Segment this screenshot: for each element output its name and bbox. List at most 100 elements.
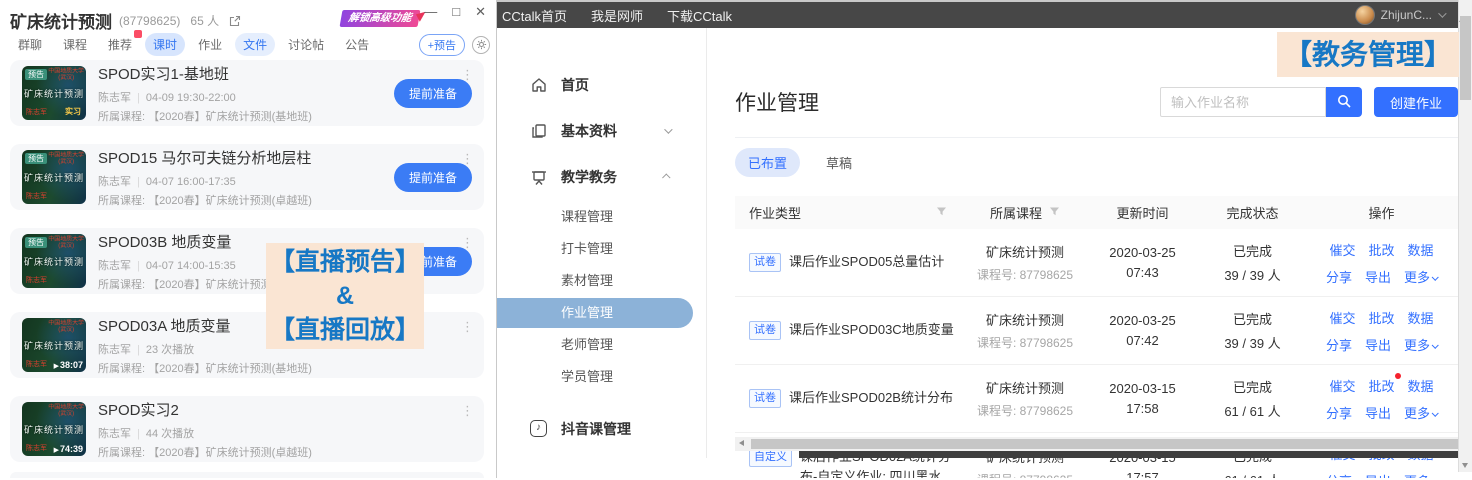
export-link[interactable]: 导出 [1365,471,1391,478]
gear-icon[interactable] [472,36,490,54]
share-link[interactable]: 分享 [1326,335,1352,354]
sidebar-item-material-mgmt[interactable]: 素材管理 [497,266,706,296]
update-time: 07:42 [1085,333,1200,348]
teacher-name: 陈志军 [98,176,131,188]
user-menu[interactable]: ZhijunC... [1355,5,1444,25]
sidebar-item-basic-info[interactable]: 基本资料 [497,108,706,154]
more-menu-icon[interactable]: ⋮ [461,319,474,335]
tab-assigned[interactable]: 已布置 [735,148,800,177]
horizontal-scrollbar[interactable] [735,437,1472,451]
nav-download[interactable]: 下载CCtalk [667,6,732,25]
status: 已完成 [1200,241,1305,260]
tab-recommend[interactable]: 推荐 [100,33,140,56]
lesson-card[interactable]: 预告 中国地质大学(武汉) 矿床统计预测 陈志军 SPOD15 马尔可夫链分析地… [10,144,484,210]
more-menu-icon[interactable]: ⋮ [461,67,474,83]
tab-courses[interactable]: 课程 [55,33,95,56]
lesson-thumbnail[interactable]: 预告 中国地质大学(武汉) 矿床统计预测 陈志军 [22,234,86,288]
sidebar-item-douyin-course[interactable]: ♪ 抖音课管理 [497,406,706,452]
filter-icon[interactable] [1049,205,1060,220]
teacher-name: 陈志军 [98,428,131,440]
home-icon [530,76,548,94]
export-link[interactable]: 导出 [1365,403,1391,422]
unlock-premium-badge[interactable]: 解锁高级功能 [340,10,421,27]
sidebar-item-homework-mgmt[interactable]: 作业管理 [497,298,693,328]
grade-link[interactable]: 批改 [1368,376,1394,395]
tab-homework[interactable]: 作业 [190,33,230,56]
nav-teacher[interactable]: 我是网师 [591,6,643,25]
share-link[interactable]: 分享 [1326,471,1352,478]
grade-link[interactable]: 批改 [1368,308,1394,327]
video-duration: ▶74:39 [54,444,83,454]
maximize-button[interactable]: □ [452,4,460,20]
more-link[interactable]: 更多 [1404,403,1437,422]
type-badge: 试卷 [749,253,781,272]
more-link[interactable]: 更多 [1404,267,1437,286]
sidebar-item-home[interactable]: 首页 [497,62,706,108]
sidebar-item-course-mgmt[interactable]: 课程管理 [497,202,706,232]
chevron-down-icon [1432,409,1439,416]
more-link[interactable]: 更多 [1404,335,1437,354]
more-menu-icon[interactable]: ⋮ [461,151,474,167]
lesson-thumbnail[interactable]: 中国地质大学(武汉) 矿床统计预测 陈志军 ▶74:39 [22,402,86,456]
site-topbar: CCtalk首页 我是网师 下载CCtalk ZhijunC... [497,2,1458,28]
search-input[interactable] [1160,87,1326,117]
tab-lessons[interactable]: 课时 [145,33,185,56]
scroll-down-arrow[interactable] [1462,463,1468,468]
add-preview-button[interactable]: +预告 [419,34,465,56]
more-menu-icon[interactable]: ⋮ [461,235,474,251]
lesson-thumbnail[interactable]: 预告 中国地质大学(武汉) 矿床统计预测 陈志军 实习 [22,66,86,120]
sidebar-item-student-mgmt[interactable]: 学员管理 [497,362,706,392]
search-icon [1337,94,1351,111]
export-link[interactable]: 导出 [1365,335,1391,354]
douyin-icon: ♪ [530,420,548,438]
tab-forum[interactable]: 讨论帖 [280,33,332,56]
practice-tag: 实习 [65,106,81,117]
avatar [1355,5,1375,25]
completion-count: 61 / 61 人 [1200,470,1305,479]
course-number: 课程号: 87798625 [965,334,1085,351]
minimize-button[interactable]: — [424,4,437,20]
lesson-thumbnail[interactable]: 预告 中国地质大学(武汉) 矿床统计预测 陈志军 [22,150,86,204]
urge-link[interactable]: 催交 [1329,308,1355,327]
course-number: 课程号: 87798625 [965,402,1085,419]
sidebar-item-teacher-mgmt[interactable]: 老师管理 [497,330,706,360]
data-link[interactable]: 数据 [1408,240,1434,259]
create-homework-button[interactable]: 创建作业 [1374,87,1458,117]
close-button[interactable]: ✕ [475,4,486,20]
data-link[interactable]: 数据 [1408,376,1434,395]
homework-management-panel: 作业管理 创建作业 已布置 草稿 作业类型 所属课程 更新时间 完成状态 操作 [735,28,1458,458]
lesson-card[interactable]: 中国地质大学(武汉) 矿床统计预测 陈志军 ▶74:39 SPOD实习2 陈志军… [10,396,484,462]
more-link[interactable]: 更多 [1404,471,1437,478]
homework-title: 课后作业SPOD03C地质变量 [789,320,954,340]
scrollbar-thumb[interactable] [751,439,1472,449]
vertical-scrollbar[interactable] [1458,0,1472,472]
urge-link[interactable]: 催交 [1329,240,1355,259]
scrollbar-thumb[interactable] [1460,16,1471,100]
tab-drafts[interactable]: 草稿 [826,153,852,172]
lesson-course: 所属课程: 【2020春】矿床统计预测(卓越班) [98,444,472,460]
nav-cctalk-home[interactable]: CCtalk首页 [502,6,567,25]
update-time: 17:57 [1085,470,1200,479]
homework-title: 课后作业SPOD02B统计分布 [789,388,953,408]
urge-link[interactable]: 催交 [1329,376,1355,395]
grade-link[interactable]: 批改 [1368,240,1394,259]
play-icon: ▶ [54,363,59,370]
more-menu-icon[interactable]: ⋮ [461,403,474,419]
sidebar-item-checkin-mgmt[interactable]: 打卡管理 [497,234,706,264]
filter-icon[interactable] [936,205,947,220]
homework-table: 作业类型 所属课程 更新时间 完成状态 操作 试卷课后作业SPOD05总量估计 … [735,196,1458,478]
share-link[interactable]: 分享 [1326,267,1352,286]
data-link[interactable]: 数据 [1408,308,1434,327]
lesson-thumbnail[interactable]: 中国地质大学(武汉) 矿床统计预测 陈志军 ▶38:07 [22,318,86,372]
external-link-icon[interactable] [229,15,241,27]
lesson-card[interactable]: 预告 中国地质大学(武汉) 矿床统计预测 陈志军 实习 SPOD实习1-基地班 … [10,60,484,126]
share-link[interactable]: 分享 [1326,403,1352,422]
search-button[interactable] [1326,87,1362,117]
tab-group-chat[interactable]: 群聊 [10,33,50,56]
tab-announcements[interactable]: 公告 [337,33,377,56]
group-header: 矿床统计预测 (87798625) 65 人 解锁高级功能 — □ ✕ [0,0,496,32]
export-link[interactable]: 导出 [1365,267,1391,286]
tab-files[interactable]: 文件 [235,33,275,56]
scroll-left-arrow[interactable] [739,440,744,446]
sidebar-item-teaching-affairs[interactable]: 教学教务 [497,154,706,200]
